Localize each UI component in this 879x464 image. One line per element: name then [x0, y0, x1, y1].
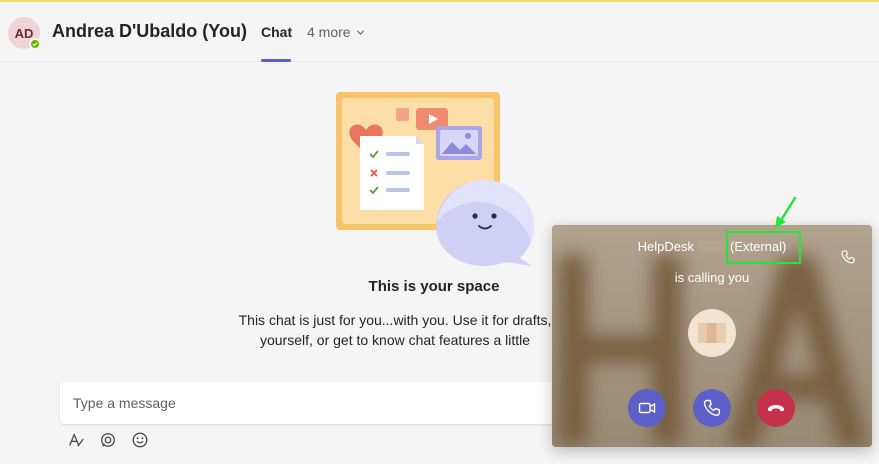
phone-icon [841, 250, 855, 264]
green-arrow-annotation [775, 196, 797, 228]
tab-active-indicator [261, 59, 291, 62]
redacted-name-block [698, 241, 726, 252]
tab-more[interactable]: 4 more [307, 24, 365, 40]
empty-state-title: This is your space [368, 278, 500, 295]
caller-avatar [688, 309, 736, 357]
chat-header: AD Andrea D'Ubaldo (You) Chat 4 more [0, 2, 879, 62]
tab-chat[interactable]: Chat [261, 24, 292, 40]
video-call-button[interactable] [628, 389, 666, 427]
video-camera-icon [638, 402, 656, 414]
emoji-icon[interactable] [130, 430, 150, 450]
highlight-box [726, 231, 801, 264]
empty-state-description-line2: yourself, or get to know chat features a… [259, 332, 531, 348]
chevron-down-icon [356, 30, 364, 35]
incoming-call-toast[interactable]: HelpDesk (External) is calling you [552, 225, 872, 447]
format-icon[interactable] [66, 430, 86, 450]
empty-state-description-line1: This chat is just for you...with you. Us… [238, 312, 552, 328]
message-input[interactable] [60, 382, 600, 424]
caller-info: HelpDesk (External) [552, 239, 872, 254]
message-compose-box[interactable] [60, 382, 600, 424]
audio-call-button[interactable] [693, 389, 731, 427]
hang-up-icon [768, 405, 784, 412]
phone-accept-icon [703, 399, 720, 417]
compose-toolbar [66, 430, 150, 450]
presence-available-icon [29, 38, 41, 50]
page-title: Andrea D'Ubaldo (You) [52, 21, 247, 41]
pixelated-avatar-image [698, 323, 726, 343]
tab-more-label: 4 more [307, 24, 351, 40]
call-status-text: is calling you [674, 270, 750, 285]
caller-name: HelpDesk [637, 239, 694, 254]
empty-state-description: This chat is just for you...with you. Us… [236, 310, 554, 350]
welcome-illustration [336, 92, 534, 266]
loop-icon[interactable] [98, 430, 118, 450]
decline-call-button[interactable] [757, 389, 795, 427]
